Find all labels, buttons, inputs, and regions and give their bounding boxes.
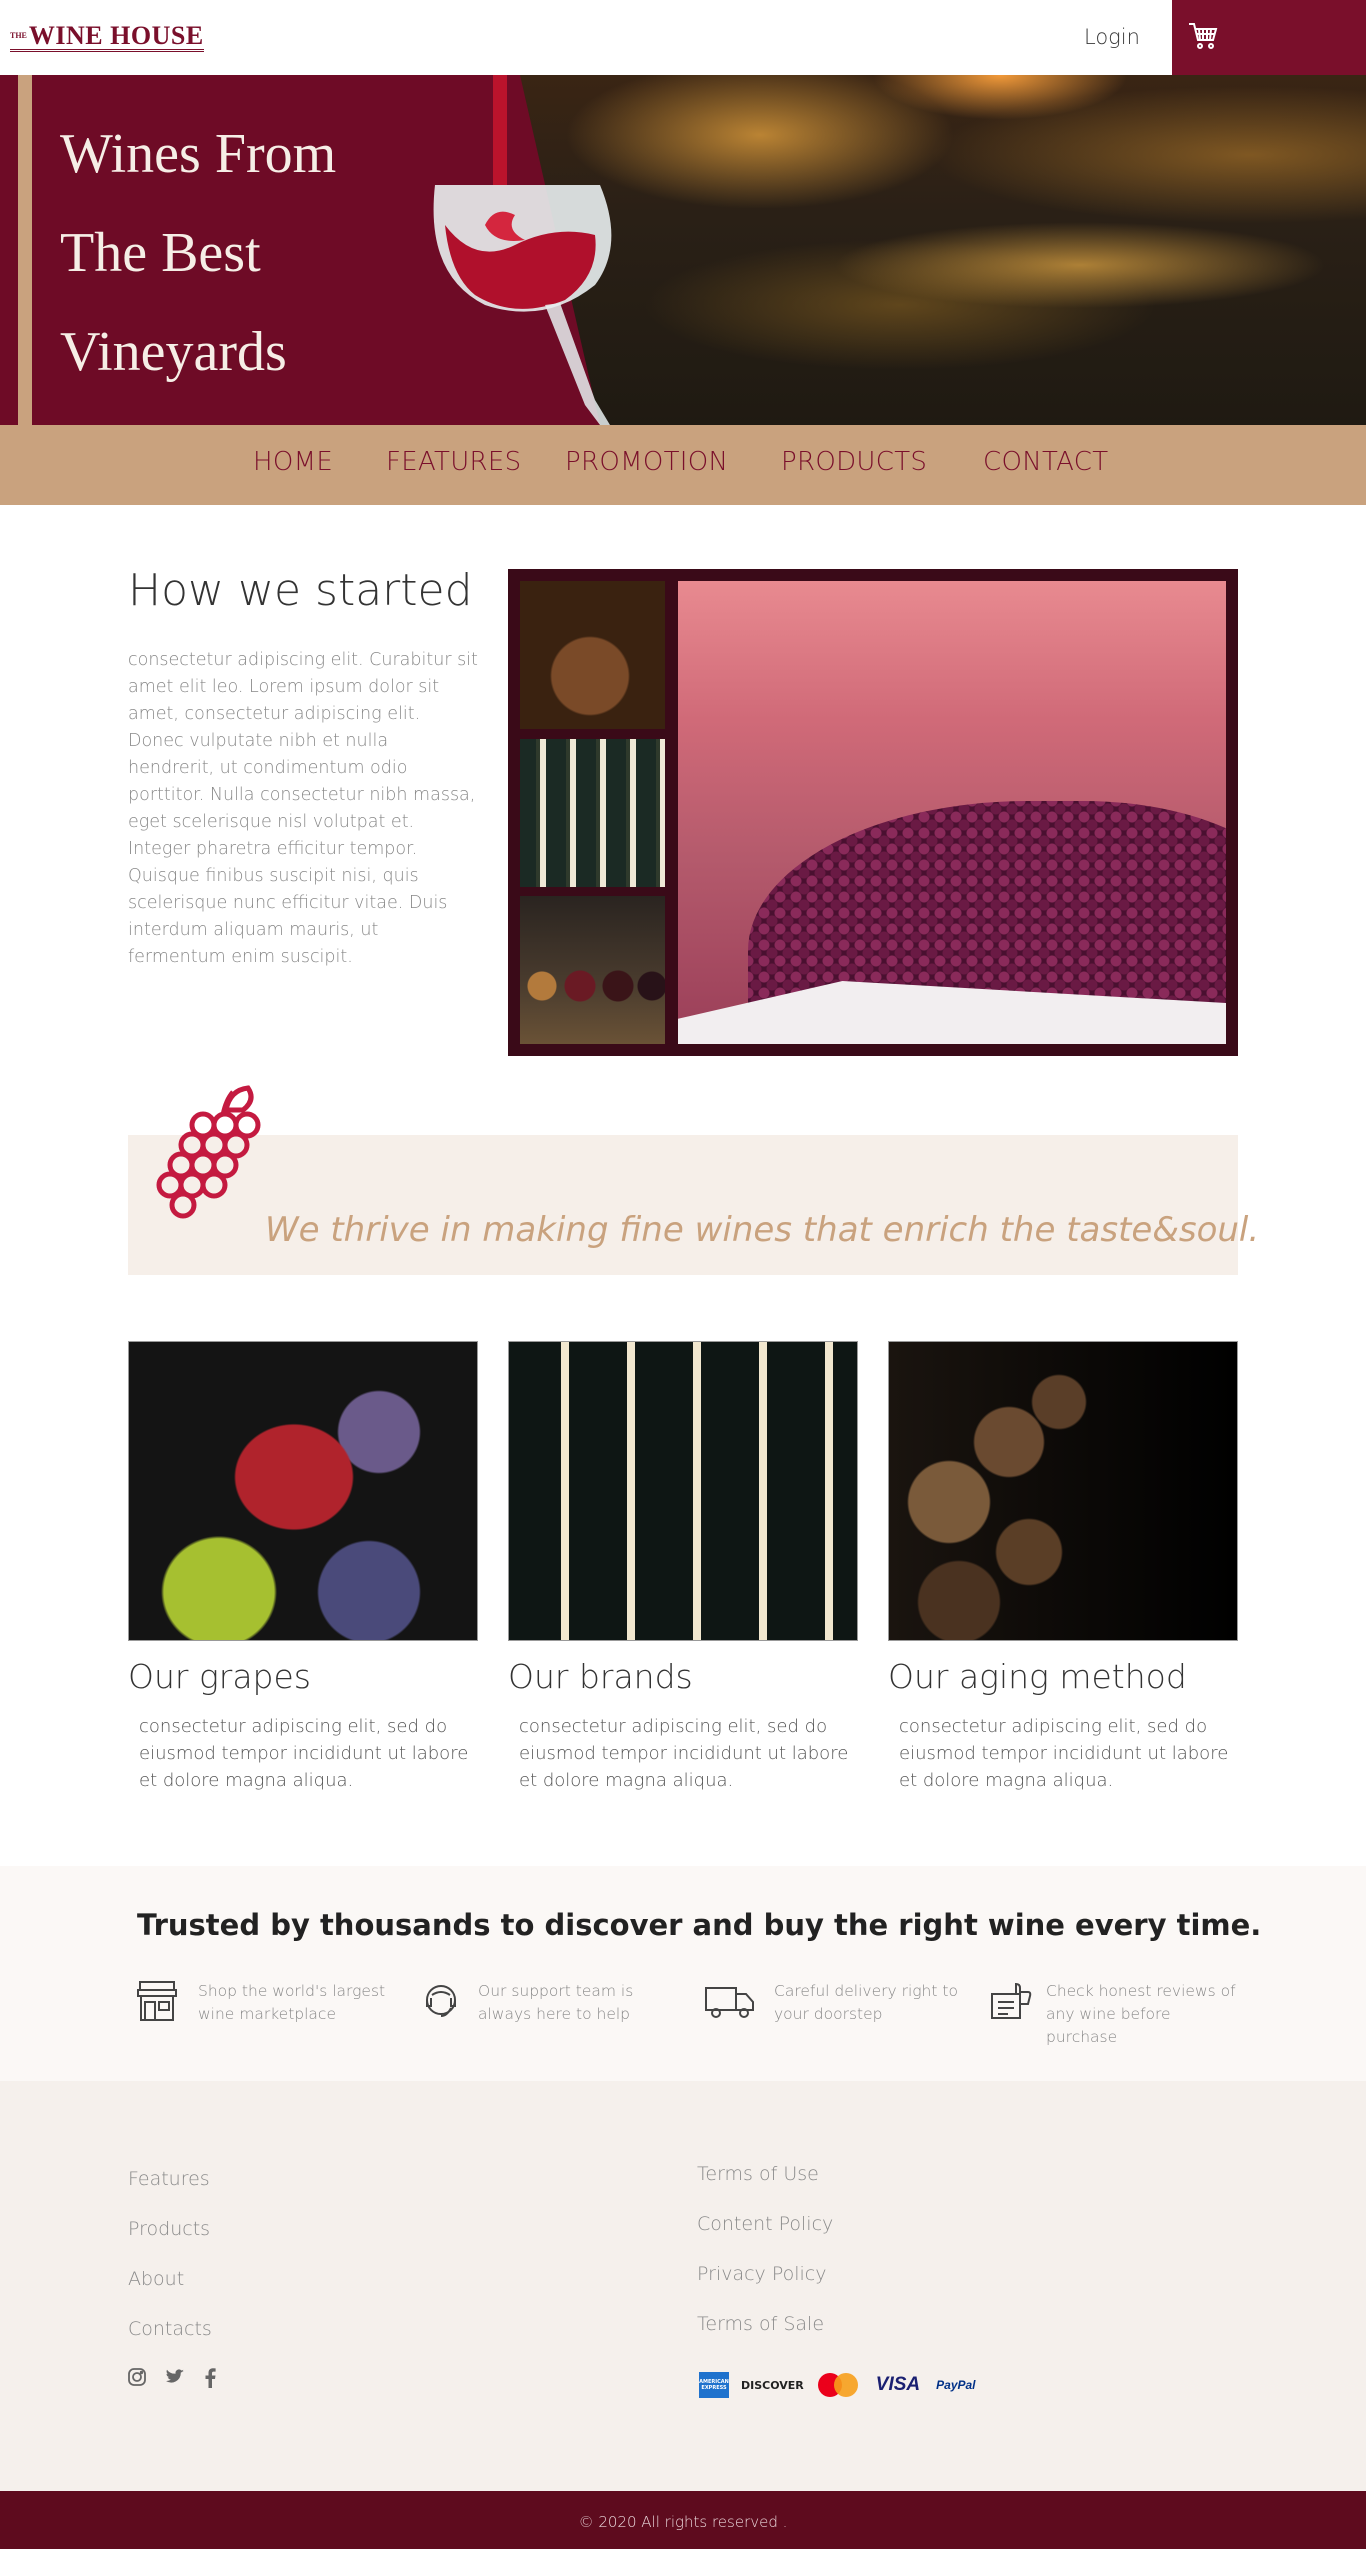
feature-text-delivery: Careful delivery right to your doorstep xyxy=(774,1982,958,2023)
footer-link-contacts[interactable]: Contacts xyxy=(128,2318,212,2340)
barrels-thumbnail xyxy=(520,581,665,729)
hero-banner: Wines From The Best Vineyards xyxy=(0,75,1366,425)
support-headset-icon xyxy=(426,1985,456,2017)
paypal-logo-text: PayPal xyxy=(936,2378,976,2392)
top-bar: THEWINE HOUSE Login xyxy=(0,0,1366,75)
about-text: consectetur adipiscing elit. Curabitur s… xyxy=(128,650,478,967)
footer-link-about[interactable]: About xyxy=(128,2268,184,2290)
nav-products[interactable]: PRODUCTS xyxy=(781,447,927,477)
grapes-card-image xyxy=(128,1341,478,1641)
hero-stripe xyxy=(18,75,32,425)
logo-small-text: THE xyxy=(10,31,27,40)
nav-promotion[interactable]: PROMOTION xyxy=(565,447,728,477)
quote-text: We thrive in making fine wines that enri… xyxy=(265,1210,1260,1250)
hero-title-line-1: Wines From xyxy=(60,123,337,185)
footer-link-terms-of-sale[interactable]: Terms of Sale xyxy=(697,2313,824,2335)
copyright-text: © 2020 All rights reserved . xyxy=(578,2513,788,2531)
payment-methods: AMERICAN EXPRESS DISCOVER VISA PayPal xyxy=(699,2372,976,2398)
store-icon xyxy=(137,1981,177,2021)
grapes-icon xyxy=(156,1085,261,1219)
brands-card-image xyxy=(508,1341,858,1641)
card-title-aging: Our aging method xyxy=(888,1657,1187,1696)
twitter-icon[interactable] xyxy=(165,2368,185,2386)
footer-link-privacy-policy[interactable]: Privacy Policy xyxy=(697,2263,826,2285)
cart-button[interactable] xyxy=(1172,0,1366,75)
review-thumbs-up-icon xyxy=(991,1982,1032,2019)
card-title-brands: Our brands xyxy=(508,1657,693,1696)
footer-link-content-policy[interactable]: Content Policy xyxy=(697,2213,833,2235)
delivery-truck-icon xyxy=(705,1987,754,2018)
discover-logo: DISCOVER xyxy=(741,2379,804,2392)
nav-features[interactable]: FEATURES xyxy=(386,447,521,477)
footer-link-terms-of-use[interactable]: Terms of Use xyxy=(697,2163,819,2185)
card-title-grapes: Our grapes xyxy=(128,1657,311,1696)
main-nav: HOME FEATURES PROMOTION PRODUCTS CONTACT xyxy=(0,425,1366,505)
quote-banner xyxy=(128,1135,1238,1275)
feature-text-marketplace: Shop the world's largest wine marketplac… xyxy=(198,1982,386,2023)
card-text-aging: consectetur adipiscing elit, sed do eius… xyxy=(899,1716,1229,1791)
hero-title-line-2: The Best xyxy=(60,222,261,284)
instagram-icon[interactable] xyxy=(128,2368,146,2386)
footer xyxy=(0,2081,1366,2491)
wine-glasses-thumbnail xyxy=(520,896,665,1044)
nav-contact[interactable]: CONTACT xyxy=(983,447,1108,477)
paypal-logo: PayPal xyxy=(936,2378,975,2392)
footer-link-products[interactable]: Products xyxy=(128,2218,210,2240)
grape-harvest-photo xyxy=(678,581,1226,1044)
login-link[interactable]: Login xyxy=(1084,25,1140,49)
mastercard-logo xyxy=(816,2372,860,2398)
footer-link-features[interactable]: Features xyxy=(128,2168,210,2190)
discover-logo-text: DISCOVER xyxy=(741,2378,804,2392)
logo[interactable]: THEWINE HOUSE xyxy=(10,21,204,52)
hero-title-line-3: Vineyards xyxy=(60,321,287,383)
amex-logo: AMERICAN EXPRESS xyxy=(699,2372,729,2398)
feature-text-reviews: Check honest reviews of any wine before … xyxy=(1046,1982,1236,2046)
visa-logo-text: VISA xyxy=(875,2374,921,2395)
logo-text: WINE HOUSE xyxy=(28,21,204,50)
hero-title: Wines From The Best Vineyards xyxy=(60,105,540,402)
visa-logo: VISA xyxy=(876,2374,920,2396)
nav-home[interactable]: HOME xyxy=(253,447,333,477)
aging-card-image xyxy=(888,1341,1238,1641)
vineyard-photo-collage xyxy=(508,569,1238,1056)
bottles-thumbnail xyxy=(520,739,665,887)
amex-logo-text: AMERICAN EXPRESS xyxy=(699,2379,729,2391)
card-text-grapes: consectetur adipiscing elit, sed do eius… xyxy=(139,1716,469,1791)
about-title: How we started xyxy=(128,565,473,616)
feature-text-support: Our support team is always here to help xyxy=(478,1982,634,2023)
card-text-brands: consectetur adipiscing elit, sed do eius… xyxy=(519,1716,849,1791)
cart-icon xyxy=(1189,23,1218,49)
trusted-title: Trusted by thousands to discover and buy… xyxy=(137,1908,1262,1942)
facebook-icon[interactable] xyxy=(204,2368,216,2388)
